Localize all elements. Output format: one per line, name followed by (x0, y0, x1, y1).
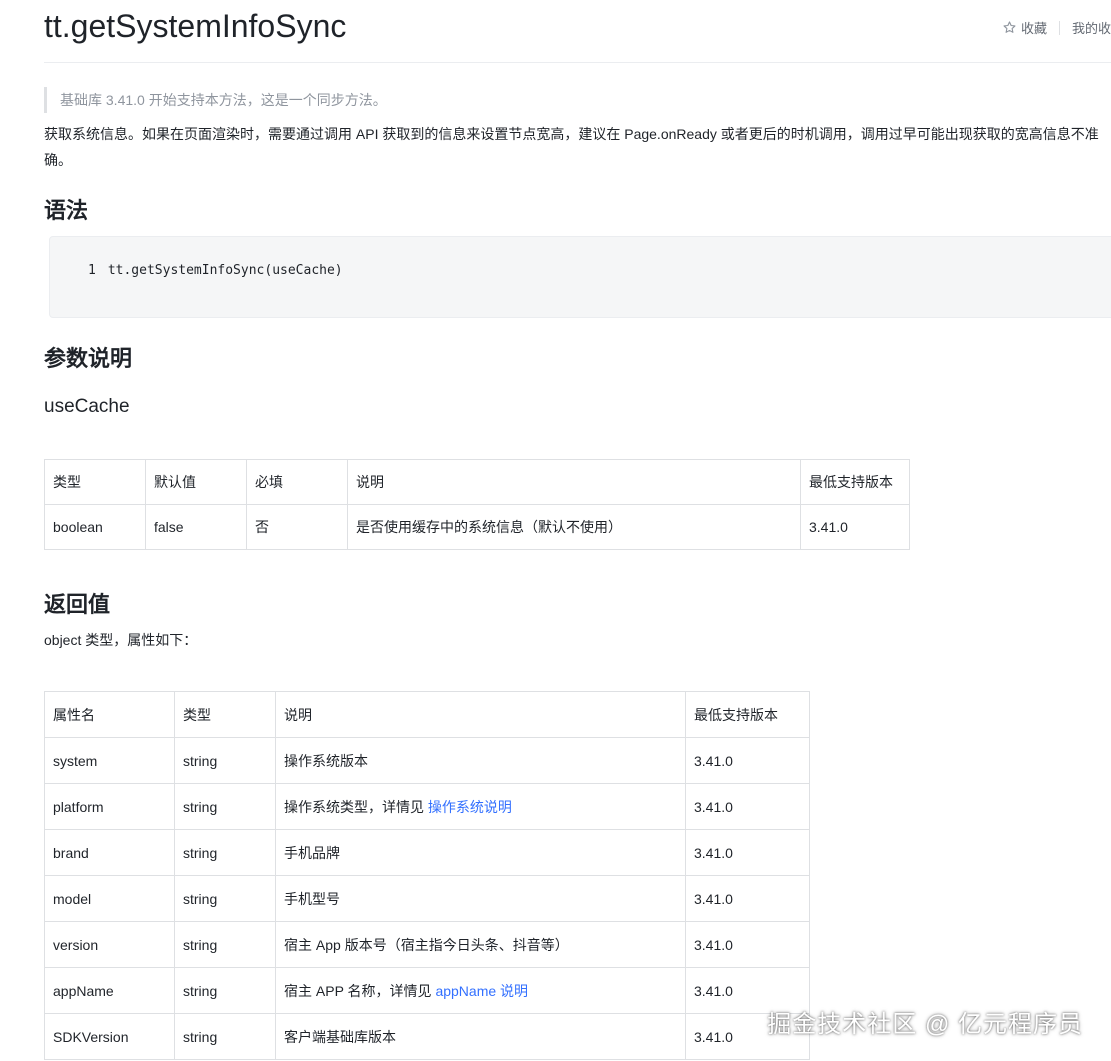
column-header: 类型 (44, 459, 146, 505)
property-version-cell: 3.41.0 (685, 875, 810, 922)
property-desc-text: 宿主 APP 名称，详情见 (284, 982, 436, 999)
table-row: system string 操作系统版本 3.41.0 (44, 737, 810, 784)
code-line: 1 tt.getSystemInfoSync(useCache) (88, 263, 343, 278)
property-version-cell: 3.41.0 (685, 783, 810, 830)
params-table: 类型 默认值 必填 说明 最低支持版本 boolean false 否 是否使用… (44, 459, 910, 550)
returns-table: 属性名 类型 说明 最低支持版本 system string 操作系统版本 3.41.… (44, 691, 810, 1060)
line-number: 1 (88, 263, 96, 278)
column-header: 必填 (246, 459, 348, 505)
property-type-cell: string (174, 737, 276, 784)
table-row: brand string 手机品牌 3.41.0 (44, 829, 810, 876)
favorite-button[interactable]: 收藏 (1002, 18, 1047, 37)
table-row: model string 手机型号 3.41.0 (44, 875, 810, 922)
table-cell: 3.41.0 (800, 504, 910, 550)
column-header: 默认值 (145, 459, 247, 505)
property-type-cell: string (174, 921, 276, 968)
property-desc-text: 宿主 App 版本号（宿主指今日头条、抖音等） (284, 936, 569, 953)
property-desc-cell: 宿主 APP 名称，详情见 appName 说明 (275, 967, 686, 1014)
property-type-cell: string (174, 783, 276, 830)
table-cell: boolean (44, 504, 146, 550)
header-actions: 收藏 我的收 (1002, 18, 1111, 37)
property-desc-cell: 操作系统版本 (275, 737, 686, 784)
table-header-row: 类型 默认值 必填 说明 最低支持版本 (44, 459, 910, 505)
property-type-cell: string (174, 967, 276, 1014)
favorite-label: 收藏 (1020, 21, 1047, 36)
table-row: appName string 宿主 APP 名称，详情见 appName 说明 3.4… (44, 967, 810, 1014)
page-title: tt.getSystemInfoSync (44, 8, 347, 44)
property-type-cell: string (174, 829, 276, 876)
params-heading: 参数说明 (44, 346, 133, 371)
header: tt.getSystemInfoSync 收藏 我的收 (44, 0, 1111, 63)
column-header: 最低支持版本 (685, 691, 810, 738)
property-name-cell: model (44, 875, 175, 922)
property-desc-text: 操作系统类型，详情见 (284, 798, 428, 815)
api-description: 获取系统信息。如果在页面渲染时，需要通过调用 API 获取到的信息来设置节点宽高… (44, 126, 1099, 168)
column-header: 最低支持版本 (800, 459, 910, 505)
table-row: version string 宿主 App 版本号（宿主指今日头条、抖音等） 3.41… (44, 921, 810, 968)
property-desc-text: 客户端基础库版本 (284, 1028, 396, 1045)
property-version-cell: 3.41.0 (685, 737, 810, 784)
my-favorites-link[interactable]: 我的收 (1072, 18, 1111, 37)
property-desc-cell: 手机型号 (275, 875, 686, 922)
property-version-cell: 3.41.0 (685, 921, 810, 968)
property-name-cell: appName (44, 967, 175, 1014)
property-desc-text: 手机型号 (284, 890, 340, 907)
property-desc-cell: 手机品牌 (275, 829, 686, 876)
returns-heading: 返回值 (44, 592, 111, 617)
support-note: 基础库 3.41.0 开始支持本方法，这是一个同步方法。 (44, 87, 387, 113)
property-name-cell: brand (44, 829, 175, 876)
property-desc-cell: 客户端基础库版本 (275, 1013, 686, 1060)
property-type-cell: string (174, 1013, 276, 1060)
code-block[interactable]: 1 tt.getSystemInfoSync(useCache) (49, 236, 1111, 318)
property-version-cell: 3.41.0 (685, 829, 810, 876)
table-cell: 否 (246, 504, 348, 550)
doc-link[interactable]: appName 说明 (435, 983, 528, 999)
column-header: 属性名 (44, 691, 175, 738)
column-header: 说明 (347, 459, 801, 505)
property-name-cell: SDKVersion (44, 1013, 175, 1060)
divider (1058, 20, 1060, 35)
table-row: SDKVersion string 客户端基础库版本 3.41.0 (44, 1013, 810, 1060)
watermark: 掘金技术社区 @ 亿元程序员 (767, 1011, 1083, 1038)
property-desc-text: 操作系统版本 (284, 752, 368, 769)
doc-link[interactable]: 操作系统说明 (428, 799, 512, 815)
param-name: useCache (44, 396, 130, 417)
table-row: boolean false 否 是否使用缓存中的系统信息（默认不使用） 3.41… (44, 504, 910, 550)
table-header-row: 属性名 类型 说明 最低支持版本 (44, 691, 810, 738)
returns-intro: object 类型，属性如下： (44, 632, 198, 648)
code-text: tt.getSystemInfoSync(useCache) (107, 263, 343, 278)
property-name-cell: system (44, 737, 175, 784)
property-type-cell: string (174, 875, 276, 922)
property-desc-text: 手机品牌 (284, 844, 340, 861)
star-icon (1003, 21, 1016, 33)
column-header: 类型 (174, 691, 276, 738)
syntax-heading: 语法 (44, 198, 89, 223)
property-desc-cell: 宿主 App 版本号（宿主指今日头条、抖音等） (275, 921, 686, 968)
table-cell: 是否使用缓存中的系统信息（默认不使用） (347, 504, 801, 550)
table-row: platform string 操作系统类型，详情见 操作系统说明 3.41.0 (44, 783, 810, 830)
property-name-cell: version (44, 921, 175, 968)
property-name-cell: platform (44, 783, 175, 830)
column-header: 说明 (275, 691, 686, 738)
property-desc-cell: 操作系统类型，详情见 操作系统说明 (275, 783, 686, 830)
doc-page: tt.getSystemInfoSync 收藏 我的收 基础库 3.41.0 开… (0, 0, 1111, 1061)
table-cell: false (145, 504, 247, 550)
